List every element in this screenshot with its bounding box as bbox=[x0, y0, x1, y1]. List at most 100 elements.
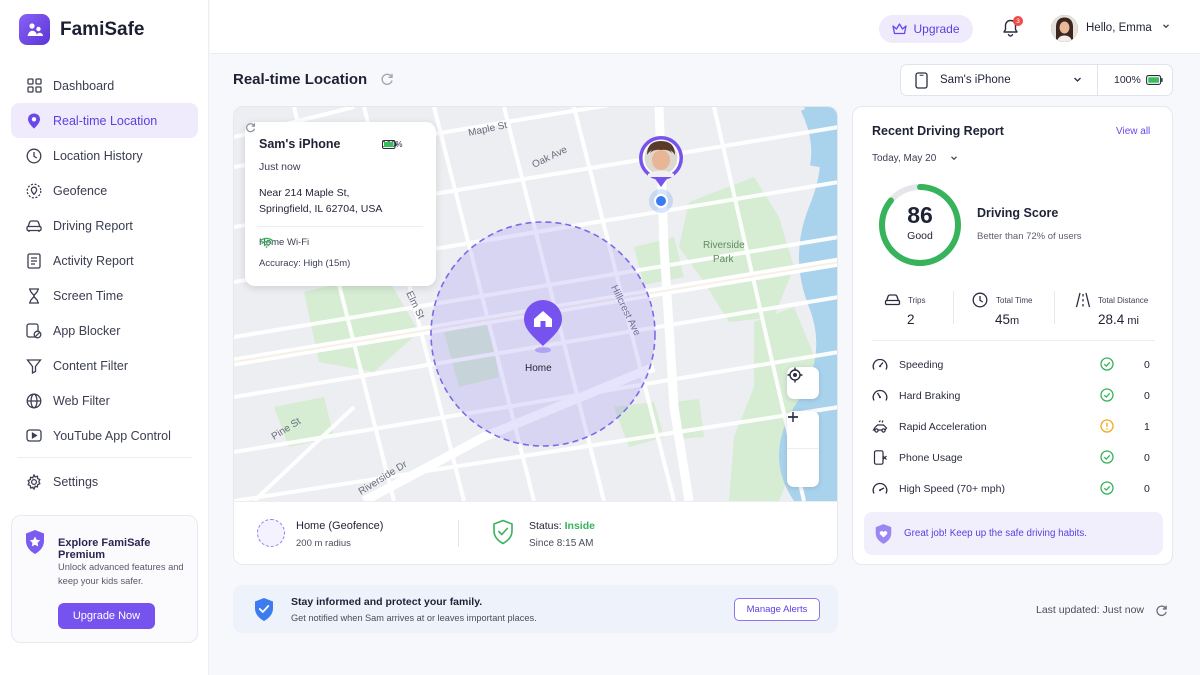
brake-icon bbox=[872, 389, 888, 401]
sidebar-item-label: Real-time Location bbox=[53, 113, 158, 128]
sidebar-item-content-filter[interactable]: Content Filter bbox=[11, 348, 198, 383]
zoom-controls bbox=[787, 411, 819, 487]
address-line-2: Springfield, IL 62704, USA bbox=[259, 203, 383, 215]
car-icon bbox=[25, 217, 43, 235]
stat-divider bbox=[1054, 291, 1055, 324]
speedometer-icon bbox=[872, 482, 888, 494]
stat-value: 2 bbox=[907, 312, 915, 327]
info-address: Near 214 Maple St, Springfield, IL 62704… bbox=[259, 185, 429, 217]
info-device-name: Sam's iPhone bbox=[259, 137, 341, 151]
selected-device: Sam's iPhone bbox=[940, 74, 1011, 86]
stat-value: 28.4 mi bbox=[1098, 312, 1139, 327]
upgrade-button[interactable]: Upgrade bbox=[879, 15, 973, 43]
wifi-icon bbox=[259, 237, 274, 248]
premium-promo-card: Explore FamiSafe Premium Unlock advanced… bbox=[11, 515, 198, 643]
sidebar-item-label: YouTube App Control bbox=[53, 428, 171, 443]
sidebar-item-real-time-location[interactable]: Real-time Location bbox=[11, 103, 198, 138]
sidebar-item-app-blocker[interactable]: App Blocker bbox=[11, 313, 198, 348]
notifications-button[interactable]: 3 bbox=[1002, 16, 1023, 42]
upgrade-now-button[interactable]: Upgrade Now bbox=[58, 603, 155, 629]
brand[interactable]: FamiSafe bbox=[19, 14, 144, 45]
device-battery-text: 100% bbox=[1114, 74, 1141, 86]
car-icon bbox=[884, 294, 901, 306]
refresh-icon[interactable] bbox=[1155, 604, 1168, 617]
speedometer-icon bbox=[872, 358, 888, 370]
check-circle-icon bbox=[1100, 450, 1114, 464]
chevron-down-icon[interactable] bbox=[1161, 21, 1171, 31]
battery-icon bbox=[382, 140, 397, 149]
info-battery: 100% bbox=[382, 140, 402, 149]
geofence-title: Home (Geofence) bbox=[296, 520, 384, 532]
app-blocker-icon bbox=[25, 322, 43, 340]
sidebar-item-youtube-app-control[interactable]: YouTube App Control bbox=[11, 418, 198, 453]
sidebar-item-settings[interactable]: Settings bbox=[11, 464, 198, 499]
info-divider bbox=[257, 226, 423, 227]
event-count: 0 bbox=[1144, 359, 1150, 371]
manage-alerts-button[interactable]: Manage Alerts bbox=[734, 598, 820, 621]
page-title: Real-time Location bbox=[233, 71, 368, 88]
recenter-button[interactable] bbox=[787, 367, 819, 399]
sidebar-item-label: Activity Report bbox=[53, 253, 134, 268]
grid-icon bbox=[25, 77, 43, 95]
park-label-line2: Park bbox=[713, 254, 735, 265]
report-icon bbox=[25, 252, 43, 270]
sidebar-item-activity-report[interactable]: Activity Report bbox=[11, 243, 198, 278]
geofence-radius: 200 m radius bbox=[296, 538, 351, 549]
refresh-icon[interactable] bbox=[380, 72, 394, 86]
refresh-icon[interactable] bbox=[245, 122, 256, 133]
device-selector[interactable]: Sam's iPhone 100% bbox=[900, 64, 1173, 96]
view-all-link[interactable]: View all bbox=[1116, 126, 1150, 137]
device-location-dot[interactable] bbox=[654, 194, 668, 208]
event-count: 0 bbox=[1144, 390, 1150, 402]
zoom-out-button[interactable] bbox=[787, 416, 819, 486]
crown-icon bbox=[892, 23, 908, 35]
user-greeting[interactable]: Hello, Emma bbox=[1086, 22, 1152, 34]
sidebar-item-label: Web Filter bbox=[53, 393, 110, 408]
stats-divider bbox=[872, 340, 1155, 341]
phone-usage-icon bbox=[873, 450, 887, 465]
event-row-rapid-acceleration[interactable]: Rapid Acceleration 1 bbox=[872, 417, 1155, 437]
event-row-high-speed[interactable]: High Speed (70+ mph) 0 bbox=[872, 479, 1155, 499]
stat-value: 45m bbox=[995, 312, 1020, 327]
sidebar-item-location-history[interactable]: Location History bbox=[11, 138, 198, 173]
app-name: FamiSafe bbox=[60, 18, 145, 40]
status-label: Status: bbox=[529, 520, 562, 532]
event-row-speeding[interactable]: Speeding 0 bbox=[872, 355, 1155, 375]
event-row-phone-usage[interactable]: Phone Usage 0 bbox=[872, 448, 1155, 468]
location-pin-icon bbox=[25, 112, 43, 130]
last-updated: Last updated: Just now bbox=[1036, 604, 1144, 616]
promo-text: Unlock advanced features and keep your k… bbox=[58, 562, 184, 586]
stat-divider bbox=[953, 291, 954, 324]
sidebar-item-web-filter[interactable]: Web Filter bbox=[11, 383, 198, 418]
alert-subtitle: Get notified when Sam arrives at or leav… bbox=[291, 613, 537, 623]
map[interactable]: Maple St Oak Ave Elm St Hillcrest Ave Pi… bbox=[234, 107, 837, 501]
event-label: Rapid Acceleration bbox=[899, 421, 987, 433]
sidebar-item-label: Settings bbox=[53, 474, 99, 489]
sidebar-item-geofence[interactable]: Geofence bbox=[11, 173, 198, 208]
sidebar-item-label: Location History bbox=[53, 148, 143, 163]
check-circle-icon bbox=[1100, 357, 1114, 371]
sidebar-nav: Dashboard Real-time Location Location Hi… bbox=[11, 68, 198, 499]
event-row-hard-braking[interactable]: Hard Braking 0 bbox=[872, 386, 1155, 406]
hourglass-icon bbox=[25, 287, 43, 305]
sidebar-item-screen-time[interactable]: Screen Time bbox=[11, 278, 198, 313]
report-date-selector[interactable]: Today, May 20 bbox=[872, 153, 936, 164]
device-info-card: Sam's iPhone 100% Just now Near 214 Mapl… bbox=[245, 122, 436, 286]
phone-icon bbox=[915, 72, 928, 89]
sidebar-item-driving-report[interactable]: Driving Report bbox=[11, 208, 198, 243]
youtube-icon bbox=[25, 427, 43, 445]
chevron-down-icon[interactable] bbox=[949, 153, 959, 163]
driving-score-comparison: Better than 72% of users bbox=[977, 231, 1082, 242]
driving-report-card: Recent Driving Report View all Today, Ma… bbox=[852, 106, 1173, 565]
geofence-divider bbox=[458, 520, 459, 547]
upgrade-label: Upgrade bbox=[913, 22, 960, 36]
geofence-status: Status: Inside bbox=[529, 520, 595, 532]
sidebar-item-dashboard[interactable]: Dashboard bbox=[11, 68, 198, 103]
avatar[interactable] bbox=[1051, 15, 1078, 42]
sidebar-item-label: Dashboard bbox=[53, 78, 115, 93]
driving-score-value: 86 bbox=[907, 202, 933, 228]
alert-title: Stay informed and protect your family. bbox=[291, 596, 483, 608]
chevron-down-icon bbox=[1074, 77, 1081, 82]
status-since: Since 8:15 AM bbox=[529, 538, 594, 549]
check-circle-icon bbox=[1100, 481, 1114, 495]
